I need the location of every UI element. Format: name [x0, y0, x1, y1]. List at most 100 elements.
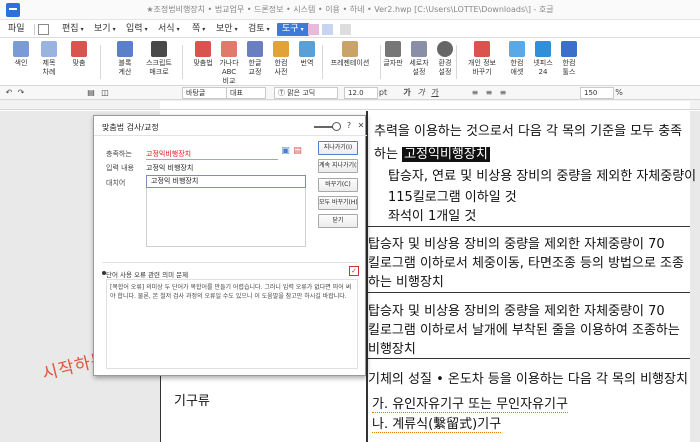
translate-label: 번역	[300, 59, 314, 67]
info-heading: 단어 사용 오류 관련 의미 문제	[106, 271, 189, 279]
align-right-icon[interactable]: ≡	[498, 87, 508, 98]
menu-tools-label: 도구	[282, 24, 299, 34]
doc-line-lead: 하는	[374, 147, 403, 162]
vertical-icon	[411, 41, 427, 57]
privacy-icon	[474, 41, 490, 57]
calculator-icon	[117, 41, 133, 57]
presentation-button[interactable]: 프레젠테이션	[324, 41, 376, 84]
table-row-line	[366, 292, 690, 293]
chevron-down-icon: ▾	[266, 26, 270, 33]
menu-format[interactable]: 서식 ▾	[158, 23, 180, 36]
dictionary-icon	[273, 41, 289, 57]
underline-icon[interactable]: 가	[430, 87, 440, 98]
preferences-label: 환경 설정	[438, 59, 452, 76]
ribbon-toolbar: 색인 제목 차례 맞춤 블록 계산 스크립트 매크로 맞춤법 가나다 ABC 비…	[0, 39, 700, 86]
fit-button[interactable]: 맞춤	[60, 41, 98, 84]
menu-edit-label: 편집	[62, 24, 79, 34]
opacity-slider-track[interactable]	[314, 126, 334, 128]
chevron-down-icon: ▾	[202, 26, 206, 33]
preview-icon[interactable]: ◫	[100, 87, 110, 98]
preferences-button[interactable]: 환경 설정	[426, 41, 464, 84]
row-label: 기구류	[174, 394, 210, 409]
opacity-slider-knob[interactable]	[332, 122, 341, 131]
menu-review[interactable]: 검토 ▾	[248, 23, 270, 36]
align-left-icon[interactable]: ≡	[470, 87, 480, 98]
hancom-tools-label: 한컴 툴스	[562, 59, 576, 76]
hancom-tools-button[interactable]: 한컴 툴스	[550, 41, 588, 84]
skip-button[interactable]: 지나가기(I)	[318, 141, 358, 155]
menu-security[interactable]: 보안 ▾	[216, 23, 238, 36]
window-title: ★조정법비행장치 • 법교업무 • 드론정보 • 시스템 • 이용 • 하네 •…	[146, 5, 554, 14]
skip-all-button[interactable]: 계속 지나가기(S)	[318, 159, 358, 173]
menu-insert[interactable]: 입력 ▾	[126, 23, 148, 36]
font-size-input[interactable]: 12.0	[344, 87, 378, 99]
translate-button[interactable]: 번역	[288, 41, 326, 84]
chevron-down-icon: ▾	[144, 26, 148, 33]
spellcheck-dialog[interactable]: 맞춤법 검사/교정 ? ✕ 충족하는 고정익비행장치 ▣ ▤ 입력 내용 고정익…	[93, 115, 367, 376]
table-icon[interactable]	[340, 24, 351, 35]
presentation-label: 프레젠테이션	[330, 59, 370, 67]
script-macro-button[interactable]: 스크립트 매크로	[140, 41, 178, 84]
print-icon[interactable]: ▤	[86, 87, 96, 98]
menu-view-label: 보기	[94, 24, 111, 34]
doc-line-text: 나. 계류식(繫留式)기구	[372, 417, 502, 433]
change-all-button[interactable]: 모두 바꾸기(H)	[318, 196, 358, 210]
title-bar: ★조정법비행장치 • 법교업무 • 드론정보 • 시스템 • 이용 • 하네 •…	[0, 0, 700, 20]
font-select[interactable]: Ⓣ 맑은 고딕	[274, 87, 338, 99]
file-menu-icon	[38, 24, 49, 35]
input-label: 입력 내용	[106, 164, 134, 172]
chevron-down-icon: ▾	[80, 26, 84, 33]
fit-label: 맞춤	[72, 59, 86, 67]
dictionary-add-icon[interactable]: ▣	[280, 146, 291, 157]
menu-security-label: 보안	[216, 24, 233, 34]
format-toolbar: ↶ ↷ ▤ ◫ 바탕글 대표 Ⓣ 맑은 고딕 12.0 pt 가 가 가 ≡ ≡…	[0, 86, 700, 100]
doc-line: 킬로그램 이하로서 날개에 부착된 줄을 이용하여 조종하는	[368, 323, 680, 338]
menu-file[interactable]: 파일	[8, 23, 25, 36]
doc-line: 탑승자 및 비상용 장비의 중량을 제외한 자체중량이 70	[368, 304, 665, 319]
menu-insert-label: 입력	[126, 24, 143, 34]
menu-bar: 파일 편집 ▾ 보기 ▾ 입력 ▾ 서식 ▾ 쪽 ▾ 보안 ▾ 검토 ▾ 도구 ▾	[0, 21, 700, 38]
ribbon-separator	[182, 45, 183, 79]
menu-page[interactable]: 쪽 ▾	[192, 23, 205, 36]
horizontal-ruler[interactable]	[0, 100, 700, 110]
bold-icon[interactable]: 가	[402, 87, 412, 98]
change-button[interactable]: 바꾸기(C)	[318, 178, 358, 192]
doc-line: 나. 계류식(繫留式)기구	[372, 416, 502, 434]
menu-format-label: 서식	[158, 24, 175, 34]
font-lang-select[interactable]: 대표	[226, 87, 266, 99]
quick-icon[interactable]	[322, 24, 333, 35]
doc-line: 탑승자 및 비상용 장비의 중량을 제외한 자체중량이 70	[368, 237, 665, 252]
translate-icon	[299, 41, 315, 57]
replace-field[interactable]: 고정익 비행장치	[146, 175, 306, 188]
close-button[interactable]: 닫기	[318, 214, 358, 228]
spellcheck-mark-icon[interactable]: ✓	[349, 266, 359, 276]
toc-icon	[41, 41, 57, 57]
ribbon-separator	[100, 45, 101, 79]
block-calc-label: 블록 계산	[118, 59, 132, 76]
zoom-input[interactable]: 150	[580, 87, 614, 99]
italic-icon[interactable]: 가	[416, 87, 426, 98]
checking-value: 고정익비행장치	[146, 150, 192, 158]
compare-icon	[221, 41, 237, 57]
checking-underline	[146, 159, 278, 160]
quick-icon[interactable]	[308, 24, 319, 35]
redo-icon[interactable]: ↷	[16, 87, 26, 98]
menu-tools[interactable]: 도구 ▾	[277, 23, 309, 36]
doc-line: 기체의 성질 • 온도차 등을 이용하는 다음 각 목의 비행장치	[368, 372, 688, 387]
user-dictionary-icon[interactable]: ▤	[292, 146, 303, 157]
doc-line: 킬로그램 이하로서 체중이동, 타면조종 등의 방법으로 조종	[368, 256, 684, 271]
close-icon[interactable]: ✕	[356, 121, 366, 131]
menu-edit[interactable]: 편집 ▾	[62, 23, 84, 36]
tools-icon	[561, 41, 577, 57]
doc-line: 비행장치	[368, 342, 416, 357]
highlighted-word[interactable]: 고정익비행장치	[402, 147, 490, 162]
chevron-down-icon: ▾	[176, 26, 180, 33]
font-size-unit: pt	[378, 88, 388, 97]
keyboard-icon	[385, 41, 401, 57]
menu-view[interactable]: 보기 ▾	[94, 23, 116, 36]
align-center-icon[interactable]: ≡	[484, 87, 494, 98]
help-icon[interactable]: ?	[344, 121, 354, 131]
asset-icon	[509, 41, 525, 57]
block-calc-button[interactable]: 블록 계산	[106, 41, 144, 84]
undo-icon[interactable]: ↶	[4, 87, 14, 98]
